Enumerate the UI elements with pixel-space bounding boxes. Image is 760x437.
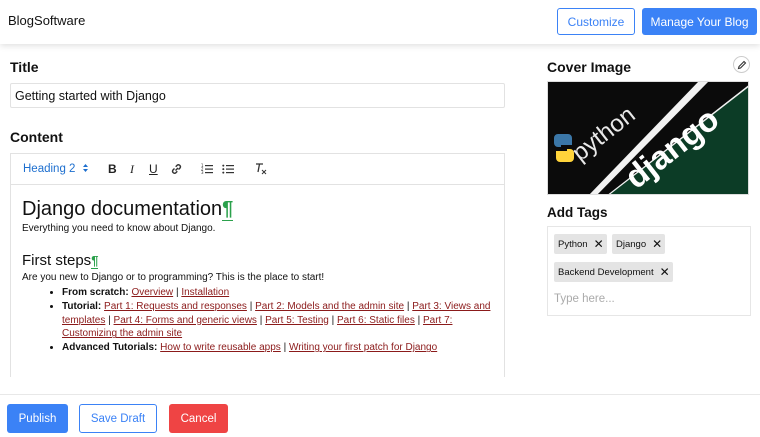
tag-label: Python (558, 238, 588, 250)
overview-link[interactable]: Overview (131, 287, 173, 298)
separator: | (406, 300, 410, 312)
list-item: Advanced Tutorials: How to write reusabl… (62, 341, 493, 355)
doc-intro: Everything you need to know about Django… (22, 223, 216, 234)
reusable-apps-link[interactable]: How to write reusable apps (160, 342, 281, 353)
doc-paragraph: Are you new to Django or to programming?… (22, 272, 325, 283)
publish-button[interactable]: Publish (7, 404, 68, 433)
clear-format-icon[interactable] (254, 162, 267, 178)
doc-heading-2-text: First steps (22, 252, 92, 269)
doc-heading-1: Django documentation¶ (22, 196, 493, 222)
edit-cover-button[interactable] (733, 56, 750, 73)
brand-name[interactable]: BlogSoftware (8, 13, 85, 28)
separator: | (331, 314, 335, 326)
cover-image[interactable]: python django (547, 81, 749, 195)
tag-chip: Python ✕ (554, 234, 607, 254)
list-item-label: From scratch: (62, 287, 129, 298)
list-item: Tutorial: Part 1: Requests and responses… (62, 300, 493, 341)
tag-input-field[interactable]: Type here... (554, 293, 615, 305)
list-item-label: Advanced Tutorials: (62, 342, 158, 354)
customize-button[interactable]: Customize (557, 8, 635, 35)
manage-blog-button[interactable]: Manage Your Blog (642, 8, 757, 35)
list-item: From scratch: Overview | Installation (62, 286, 493, 300)
remove-tag-icon[interactable]: ✕ (594, 238, 604, 250)
tag-label: Django (616, 238, 647, 250)
add-tags-label: Add Tags (547, 205, 608, 220)
heading-select[interactable]: Heading 2 (23, 163, 89, 175)
link-icon[interactable] (170, 163, 183, 178)
separator: | (108, 314, 111, 326)
tag-chip: Backend Development ✕ (554, 262, 673, 282)
separator: | (283, 342, 287, 354)
tutorial-part2-link[interactable]: Part 2: Models and the admin site (255, 301, 404, 312)
tutorial-part6-link[interactable]: Part 6: Static files (337, 315, 415, 326)
tag-label: Backend Development (558, 266, 654, 278)
editor-toolbar: Heading 2 B I U 123 (11, 154, 504, 185)
installation-link[interactable]: Installation (181, 287, 229, 298)
editor-content[interactable]: Django documentation¶ Everything you nee… (11, 185, 504, 365)
select-arrows-icon (82, 164, 88, 172)
pencil-icon (737, 60, 746, 69)
remove-tag-icon[interactable]: ✕ (652, 238, 662, 250)
bold-button[interactable]: B (108, 162, 117, 176)
pilcrow-mark: ¶ (91, 253, 99, 269)
cover-image-label: Cover Image (547, 59, 632, 75)
svg-text:3: 3 (201, 170, 204, 175)
doc-heading-1-text: Django documentation (22, 198, 223, 220)
tag-chip: Django ✕ (612, 234, 666, 254)
content-label: Content (10, 129, 63, 145)
tutorial-part1-link[interactable]: Part 1: Requests and responses (104, 301, 247, 312)
cover-image-art: python django (548, 82, 748, 194)
ordered-list-icon[interactable]: 123 (201, 163, 214, 178)
italic-button[interactable]: I (130, 162, 134, 177)
heading-select-value: Heading 2 (23, 163, 76, 175)
tutorial-part5-link[interactable]: Part 5: Testing (265, 315, 329, 326)
separator: | (417, 314, 421, 326)
save-draft-button[interactable]: Save Draft (79, 404, 157, 433)
tutorial-part4-link[interactable]: Part 4: Forms and generic views (114, 315, 257, 326)
doc-list: From scratch: Overview | Installation Tu… (62, 286, 493, 355)
list-item-label: Tutorial: (62, 300, 102, 312)
remove-tag-icon[interactable]: ✕ (660, 266, 670, 278)
doc-heading-2: First steps¶ (22, 251, 493, 271)
separator: | (175, 287, 179, 298)
underline-button[interactable]: U (149, 162, 158, 176)
separator: | (259, 314, 263, 326)
cancel-button[interactable]: Cancel (169, 404, 228, 433)
first-patch-link[interactable]: Writing your first patch for Django (289, 342, 437, 353)
separator: | (249, 300, 253, 312)
bullet-list-icon[interactable] (222, 163, 235, 178)
tags-input-box[interactable]: Python ✕ Django ✕ Backend Development ✕ … (547, 226, 751, 316)
pilcrow-mark: ¶ (222, 198, 234, 221)
rich-text-editor[interactable]: Heading 2 B I U 123 Django documentation… (10, 153, 505, 377)
top-bar: BlogSoftware Customize Manage Your Blog (0, 0, 760, 44)
title-input[interactable]: Getting started with Django (10, 83, 505, 108)
footer-divider (0, 394, 760, 395)
title-label: Title (10, 59, 39, 75)
